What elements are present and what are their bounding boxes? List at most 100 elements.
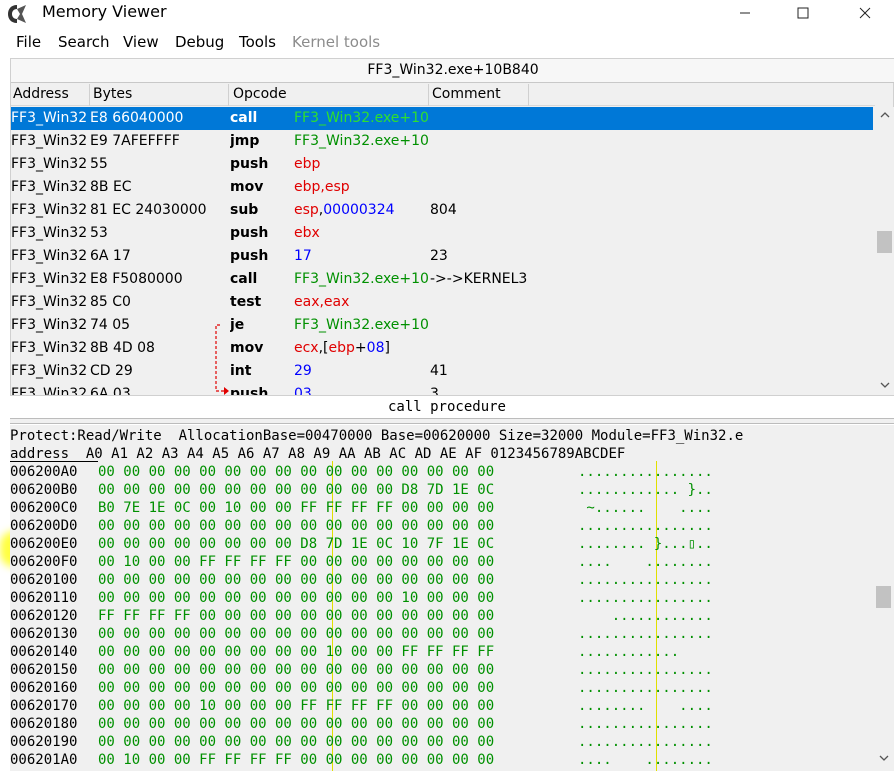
column-opcode[interactable]: Opcode (231, 86, 287, 103)
operand-token: 03 (294, 386, 312, 395)
hex-row[interactable]: 006200F0 00 10 00 00 FF FF FF FF 00 00 00… (10, 553, 870, 571)
hex-row-ascii: ................ (578, 518, 713, 534)
hex-row[interactable]: 00620140 00 00 00 00 00 00 00 00 00 10 00… (10, 643, 870, 661)
row-opcode: sub (230, 202, 259, 218)
disassembly-row[interactable]: FF3_Win32 74 05 je FF3_Win32.exe+10 (11, 314, 873, 337)
panel-splitter[interactable] (10, 418, 894, 424)
column-divider[interactable] (89, 84, 90, 106)
operand-token: ,[ (318, 340, 329, 356)
menu-search[interactable]: Search (58, 33, 110, 51)
hex-row-address: 006200F0 (10, 554, 78, 570)
row-comment: 3 (430, 386, 439, 395)
column-divider[interactable] (528, 84, 529, 106)
minimize-button[interactable] (722, 0, 768, 26)
disassembly-row[interactable]: FF3_Win32 8B 4D 08 mov ecx,[ebp+08] (11, 337, 873, 360)
instruction-description: call procedure (0, 397, 894, 417)
close-button[interactable] (842, 0, 888, 26)
row-opcode: call (230, 271, 258, 287)
disassembly-row[interactable]: FF3_Win32 53 push ebx (11, 222, 873, 245)
operand-token: 17 (294, 248, 312, 264)
disassembler-scrollbar[interactable] (875, 107, 894, 395)
column-divider[interactable] (428, 84, 429, 106)
hex-row[interactable]: 00620130 00 00 00 00 00 00 00 00 00 00 00… (10, 625, 870, 643)
hex-row-bytes: 00 00 00 00 10 00 00 00 FF FF FF FF 00 0… (98, 698, 495, 714)
hex-row[interactable]: 006200D0 00 00 00 00 00 00 00 00 00 00 00… (10, 517, 870, 535)
window-title: Memory Viewer (42, 2, 167, 21)
hex-row[interactable]: 00620160 00 00 00 00 00 00 00 00 00 00 00… (10, 679, 870, 697)
menu-file[interactable]: File (16, 33, 41, 51)
operand-token: 29 (294, 363, 312, 379)
maximize-button[interactable] (780, 0, 826, 26)
hex-row-bytes: 00 00 00 00 00 00 00 00 00 00 00 00 D8 7… (98, 482, 495, 498)
menu-debug[interactable]: Debug (175, 33, 224, 51)
row-address: FF3_Win32 (11, 271, 88, 287)
row-bytes: 53 (90, 225, 108, 241)
hex-row[interactable]: 006200C0 B0 7E 1E 0C 00 10 00 00 FF FF FF… (10, 499, 870, 517)
row-operands: 17 (294, 245, 430, 268)
hex-row-ascii: ............ }.. (578, 482, 713, 498)
close-icon (859, 7, 871, 19)
hex-row[interactable]: 00620120 FF FF FF FF 00 00 00 00 00 00 00… (10, 607, 870, 625)
column-bytes[interactable]: Bytes (91, 86, 132, 103)
hex-row-bytes: 00 00 00 00 00 00 00 00 00 00 00 00 00 0… (98, 680, 495, 696)
disassembler-column-headers: Address Bytes Opcode Comment (11, 84, 875, 106)
disassembly-row[interactable]: FF3_Win32 CD 29 int 29 41 (11, 360, 873, 383)
scrollbar-thumb[interactable] (876, 586, 891, 608)
row-opcode: push (230, 386, 269, 395)
disassembler-panel: FF3_Win32.exe+10B840 Address Bytes Opcod… (10, 58, 894, 396)
disassembly-row[interactable]: FF3_Win32 E9 7AFEFFFF jmp FF3_Win32.exe+10 (11, 130, 873, 153)
scroll-down-icon[interactable] (874, 750, 893, 766)
hex-column-header: address A0 A1 A2 A3 A4 A5 A6 A7 A8 A9 AA… (10, 446, 626, 462)
disassembly-row[interactable]: FF3_Win32 8B EC mov ebp,esp (11, 176, 873, 199)
hex-row[interactable]: 00620170 00 00 00 00 10 00 00 00 FF FF FF… (10, 697, 870, 715)
row-bytes: 6A 17 (90, 248, 131, 264)
menu-view[interactable]: View (123, 33, 159, 51)
hex-row-bytes: 00 00 00 00 00 00 00 00 00 00 00 00 00 0… (98, 464, 495, 480)
hex-row[interactable]: 006200E0 00 00 00 00 00 00 00 00 D8 7D 1E… (10, 535, 870, 553)
operand-token: ebp (294, 156, 321, 172)
row-bytes: E8 66040000 (90, 110, 184, 126)
hex-row[interactable]: 00620100 00 00 00 00 00 00 00 00 00 00 00… (10, 571, 870, 589)
row-address: FF3_Win32 (11, 294, 88, 310)
disassembly-row[interactable]: FF3_Win32 85 C0 test eax,eax (11, 291, 873, 314)
scrollbar-thumb[interactable] (877, 231, 892, 253)
column-comment[interactable]: Comment (430, 86, 501, 103)
hex-row-ascii: .... ........ (578, 752, 713, 768)
hex-row[interactable]: 00620150 00 00 00 00 00 00 00 00 00 00 00… (10, 661, 870, 679)
disassembly-row[interactable]: FF3_Win32 E8 66040000 call FF3_Win32.exe+10 (11, 107, 873, 130)
hex-row-ascii: ................ (578, 680, 713, 696)
hex-row-ascii: ........ .... (578, 698, 713, 714)
scroll-down-icon[interactable] (875, 377, 894, 393)
column-address[interactable]: Address (11, 86, 69, 103)
column-divider[interactable] (228, 84, 229, 106)
disassembly-row[interactable]: FF3_Win32 E8 F5080000 call FF3_Win32.exe+10… (11, 268, 873, 291)
row-operands: FF3_Win32.exe+10 (294, 130, 430, 153)
hex-row[interactable]: 006200B0 00 00 00 00 00 00 00 00 00 00 00… (10, 481, 870, 499)
hex-row[interactable]: 006201A0 00 10 00 00 FF FF FF FF 00 00 00… (10, 751, 870, 769)
hex-row-address: 00620150 (10, 662, 78, 678)
row-address: FF3_Win32 (11, 340, 88, 356)
row-operands: 03 (294, 383, 430, 395)
menu-tools[interactable]: Tools (239, 33, 276, 51)
hex-row-bytes: 00 10 00 00 FF FF FF FF 00 00 00 00 00 0… (98, 554, 495, 570)
scroll-up-icon[interactable] (875, 107, 894, 123)
hex-row[interactable]: 00620110 00 00 00 00 00 00 00 00 00 00 00… (10, 589, 870, 607)
hex-row[interactable]: 006200A0 00 00 00 00 00 00 00 00 00 00 00… (10, 463, 870, 481)
row-address: FF3_Win32 (11, 110, 88, 126)
disassembly-row[interactable]: FF3_Win32 81 EC 24030000 sub esp,00000324 80… (11, 199, 873, 222)
row-opcode: test (230, 294, 262, 310)
disassembly-row[interactable]: FF3_Win32 6A 17 push 17 23 (11, 245, 873, 268)
hex-row-bytes: FF FF FF FF 00 00 00 00 00 00 00 00 00 0… (98, 608, 495, 624)
row-bytes: CD 29 (90, 363, 133, 379)
hex-row[interactable]: 00620180 00 00 00 00 00 00 00 00 00 00 00… (10, 715, 870, 733)
operand-token: ecx (294, 340, 319, 356)
hex-scrollbar[interactable] (873, 432, 894, 771)
hex-row-ascii: ................ (578, 662, 713, 678)
disassembly-row[interactable]: FF3_Win32 6A 03 push 03 3 (11, 383, 873, 395)
operand-token: FF3_Win32.exe+10 (294, 133, 429, 149)
jump-arrow-icon (215, 324, 229, 395)
memory-region-info: Protect:Read/Write AllocationBase=004700… (10, 428, 744, 444)
hex-row[interactable]: 00620190 00 00 00 00 00 00 00 00 00 00 00… (10, 733, 870, 751)
disassembly-row[interactable]: FF3_Win32 55 push ebp (11, 153, 873, 176)
hex-row-address: 006201A0 (10, 752, 78, 768)
